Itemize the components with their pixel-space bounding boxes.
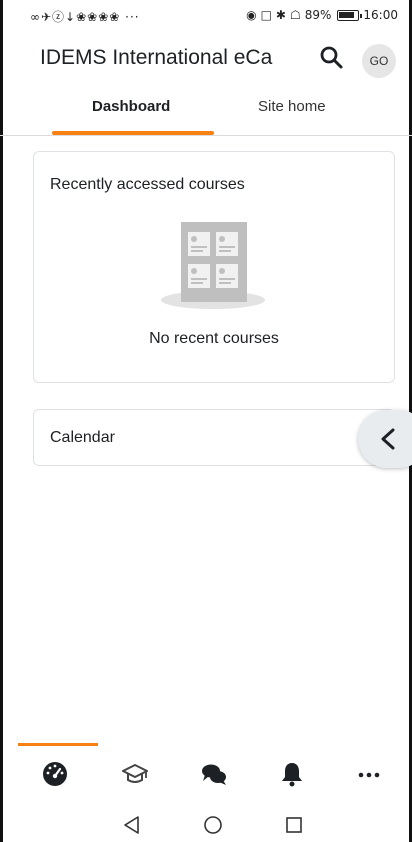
system-recents-button[interactable] — [283, 814, 305, 836]
clock: 16:00 — [363, 8, 398, 22]
status-bar: ∞✈ⓩ↓❀❀❀❀ ··· ◉ □ ✱ ☖ 89% 16:00 — [0, 0, 412, 34]
bell-icon — [282, 763, 302, 787]
system-home-button[interactable] — [202, 814, 224, 836]
system-back-button[interactable] — [121, 814, 143, 836]
gauge-icon — [43, 762, 67, 786]
nav-dashboard[interactable] — [40, 759, 70, 789]
recent-courses-title: Recently accessed courses — [50, 176, 245, 193]
search-icon — [320, 46, 343, 69]
nav-more[interactable] — [354, 759, 384, 789]
status-right-group: ◉ □ ✱ ☖ 89% 16:00 — [246, 8, 398, 22]
app-header: IDEMS International eCa GO — [0, 36, 412, 86]
no-courses-message: No recent courses — [149, 330, 279, 347]
system-navigation-bar — [0, 806, 412, 842]
more-dots-icon — [358, 772, 380, 778]
bottom-tab-bar — [0, 743, 412, 801]
calendar-title: Calendar — [50, 429, 115, 446]
comments-icon — [202, 764, 226, 785]
home-circle-icon — [204, 816, 222, 834]
bluetooth-icon: ✱ — [275, 8, 286, 22]
battery-icon — [337, 9, 363, 21]
nav-my-courses[interactable] — [120, 759, 150, 789]
graduation-cap-icon — [122, 764, 148, 783]
calendar-block[interactable]: Calendar — [33, 409, 395, 466]
status-notification-icons: ∞✈ⓩ↓❀❀❀❀ ··· — [30, 10, 140, 24]
block-drawer-toggle[interactable] — [358, 410, 412, 468]
site-title: IDEMS International eCa — [40, 46, 273, 69]
back-triangle-icon — [124, 816, 139, 834]
eye-icon: ◉ — [246, 8, 257, 22]
battery-percent: 89% — [304, 8, 332, 22]
active-tab-indicator — [52, 131, 214, 135]
nav-notifications[interactable] — [277, 759, 307, 789]
recent-courses-block: Recently accessed courses No recent cour… — [33, 151, 395, 383]
nav-messages[interactable] — [199, 759, 229, 789]
nfc-icon: □ — [260, 8, 272, 22]
recents-square-icon — [286, 817, 302, 833]
mute-icon: ☖ — [289, 8, 301, 22]
user-avatar[interactable]: GO — [362, 44, 396, 78]
courses-empty-icon — [161, 222, 265, 309]
search-button[interactable] — [318, 44, 346, 72]
tab-bar: Dashboard Site home — [0, 88, 412, 136]
tab-site-home[interactable]: Site home — [258, 98, 326, 115]
chevron-left-icon — [381, 428, 395, 450]
bottom-active-indicator — [18, 743, 98, 746]
tab-dashboard[interactable]: Dashboard — [92, 98, 170, 115]
